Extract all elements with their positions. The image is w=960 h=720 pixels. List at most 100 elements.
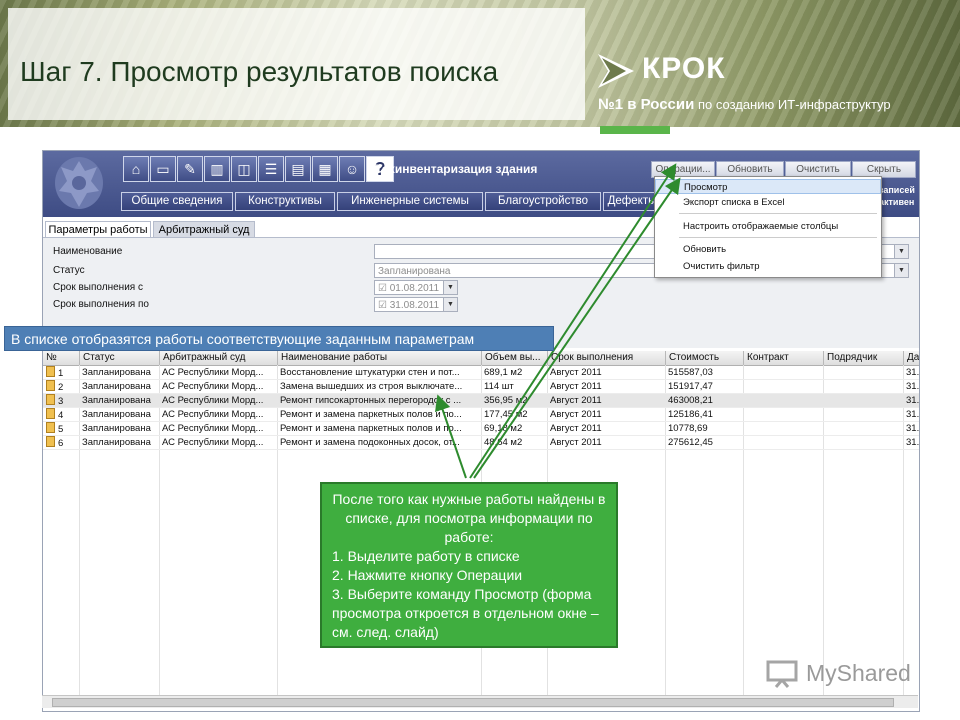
building-icon[interactable]: ⌂ bbox=[123, 156, 149, 182]
cell-deadline: Август 2011 bbox=[550, 437, 602, 448]
nav-tab-engineering[interactable]: Инженерные системы bbox=[337, 192, 483, 211]
date-to-field[interactable]: ☑ 31.08.2011 ▼ bbox=[374, 297, 458, 312]
col-cost[interactable]: Стоимость bbox=[665, 351, 743, 365]
chevron-down-icon[interactable]: ▼ bbox=[443, 281, 457, 294]
col-status[interactable]: Статус bbox=[79, 351, 159, 365]
horizontal-scrollbar[interactable] bbox=[42, 695, 918, 708]
cell-status: Запланирована bbox=[82, 367, 151, 378]
menu-item-export-excel[interactable]: Экспорт списка в Excel bbox=[655, 195, 881, 210]
logo-accent-bar bbox=[600, 126, 670, 134]
checkbox-icon[interactable]: ☑ bbox=[378, 283, 390, 294]
nav-tab-landscaping[interactable]: Благоустройство bbox=[485, 192, 601, 211]
coat-of-arms-icon bbox=[55, 157, 103, 209]
operations-menu: Просмотр Экспорт списка в Excel Настроит… bbox=[654, 176, 882, 278]
cell-court: АС Республики Морд... bbox=[162, 381, 264, 392]
table-row[interactable]: 2 Запланирована АС Республики Морд... За… bbox=[43, 380, 919, 393]
row-number: 3 bbox=[58, 396, 64, 407]
scrollbar-thumb[interactable] bbox=[52, 698, 894, 707]
col-number[interactable]: № bbox=[43, 351, 79, 365]
equipment-icon[interactable]: ▥ bbox=[204, 156, 230, 182]
records-note: записей активен bbox=[879, 184, 915, 208]
col-contractor[interactable]: Подрядчик bbox=[823, 351, 903, 365]
tools-icon[interactable]: ✎ bbox=[177, 156, 203, 182]
row-number: 5 bbox=[58, 424, 64, 435]
menu-item-refresh[interactable]: Обновить bbox=[655, 242, 881, 257]
callout-step-1: 1. Выделите работу в списке bbox=[332, 548, 520, 564]
records-note-line1: записей bbox=[879, 185, 915, 195]
cell-status: Запланирована bbox=[82, 381, 151, 392]
cell-date: 31. bbox=[906, 437, 919, 448]
cell-date: 31. bbox=[906, 395, 919, 406]
table-row-selected[interactable]: 3 Запланирована АС Республики Морд... Ре… bbox=[43, 394, 919, 407]
logo-tag-bold: №1 в России bbox=[598, 96, 695, 113]
document-icon bbox=[46, 422, 55, 433]
chevron-down-icon[interactable]: ▼ bbox=[443, 298, 457, 311]
table-row[interactable]: 1 Запланирована АС Республики Морд... Во… bbox=[43, 366, 919, 379]
cell-work-name: Ремонт и замена подоконных досок, от... bbox=[280, 437, 460, 448]
col-contract[interactable]: Контракт bbox=[743, 351, 823, 365]
cell-volume: 689,1 м2 bbox=[484, 367, 523, 378]
nav-tab-structures[interactable]: Конструктивы bbox=[235, 192, 335, 211]
cell-volume: 48,64 м2 bbox=[484, 437, 523, 448]
cell-status: Запланирована bbox=[82, 409, 151, 420]
cell-volume: 356,95 м2 bbox=[484, 395, 528, 406]
date-to-value: 31.08.2011 bbox=[389, 300, 440, 311]
chevron-down-icon[interactable]: ▼ bbox=[894, 264, 908, 277]
callout-list-hint: В списке отобразятся работы соответствую… bbox=[4, 326, 554, 351]
presentation-icon bbox=[766, 660, 798, 688]
nav-tab-defects[interactable]: Дефекты bbox=[603, 192, 661, 211]
checkbox-icon[interactable]: ☑ bbox=[378, 300, 390, 311]
menu-item-view[interactable]: Просмотр bbox=[655, 179, 881, 194]
document-icon bbox=[46, 380, 55, 391]
date-from-label: Срок выполнения с bbox=[53, 282, 143, 293]
col-date[interactable]: Дат bbox=[903, 351, 919, 365]
date-from-field[interactable]: ☑ 01.08.2011 ▼ bbox=[374, 280, 458, 295]
chart-icon[interactable]: ▤ bbox=[285, 156, 311, 182]
row-divider bbox=[43, 393, 919, 394]
cell-number: 3 bbox=[43, 394, 79, 407]
cell-volume: 69,18 м2 bbox=[484, 423, 523, 434]
table-row[interactable]: 5 Запланирована АС Республики Морд... Ре… bbox=[43, 422, 919, 435]
document-icon[interactable]: ☰ bbox=[258, 156, 284, 182]
watermark-text: MyShared bbox=[806, 660, 911, 686]
chevron-down-icon[interactable]: ▼ bbox=[894, 245, 908, 258]
col-deadline[interactable]: Срок выполнения bbox=[547, 351, 665, 365]
cell-date: 31. bbox=[906, 423, 919, 434]
row-divider bbox=[43, 435, 919, 436]
table-row[interactable]: 6 Запланирована АС Республики Морд... Ре… bbox=[43, 436, 919, 449]
row-divider bbox=[43, 407, 919, 408]
row-divider bbox=[43, 421, 919, 422]
row-number: 4 bbox=[58, 410, 64, 421]
date-from-value: 01.08.2011 bbox=[389, 283, 440, 294]
user-icon[interactable]: ☺ bbox=[339, 156, 365, 182]
grid-header: № Статус Арбитражный суд Наименование ра… bbox=[43, 351, 919, 366]
cell-number: 2 bbox=[43, 380, 79, 393]
cell-cost: 10778,69 bbox=[668, 423, 708, 434]
monitor-icon[interactable]: ▭ bbox=[150, 156, 176, 182]
cell-date: 31. bbox=[906, 409, 919, 420]
status-label: Статус bbox=[53, 265, 85, 276]
menu-item-configure-columns[interactable]: Настроить отображаемые столбцы bbox=[655, 219, 881, 234]
slide-title: Шаг 7. Просмотр результатов поиска bbox=[20, 56, 499, 87]
logo-name: КРОК bbox=[642, 52, 726, 85]
cell-work-name: Ремонт гипсокартонных перегородок с ... bbox=[280, 395, 462, 406]
calendar-icon[interactable]: ▦ bbox=[312, 156, 338, 182]
cell-cost: 125186,41 bbox=[668, 409, 713, 420]
callout-step-2: 2. Нажмите кнопку Операции bbox=[332, 567, 523, 583]
col-court[interactable]: Арбитражный суд bbox=[159, 351, 277, 365]
menu-item-clear-filter[interactable]: Очистить фильтр bbox=[655, 259, 881, 274]
menu-separator bbox=[679, 213, 877, 214]
vehicle-icon[interactable]: ◫ bbox=[231, 156, 257, 182]
cell-deadline: Август 2011 bbox=[550, 395, 602, 406]
nav-tab-general[interactable]: Общие сведения bbox=[121, 192, 233, 211]
col-work-name[interactable]: Наименование работы bbox=[277, 351, 481, 365]
krok-logo-icon bbox=[598, 54, 634, 88]
col-volume[interactable]: Объем вы... bbox=[481, 351, 547, 365]
callout-intro: После того как нужные работы найдены в с… bbox=[332, 491, 606, 545]
row-divider bbox=[43, 449, 919, 450]
document-icon bbox=[46, 394, 55, 405]
myshared-watermark: MyShared bbox=[766, 658, 926, 690]
document-icon bbox=[46, 436, 55, 447]
table-row[interactable]: 4 Запланирована АС Республики Морд... Ре… bbox=[43, 408, 919, 421]
name-label: Наименование bbox=[53, 246, 123, 257]
